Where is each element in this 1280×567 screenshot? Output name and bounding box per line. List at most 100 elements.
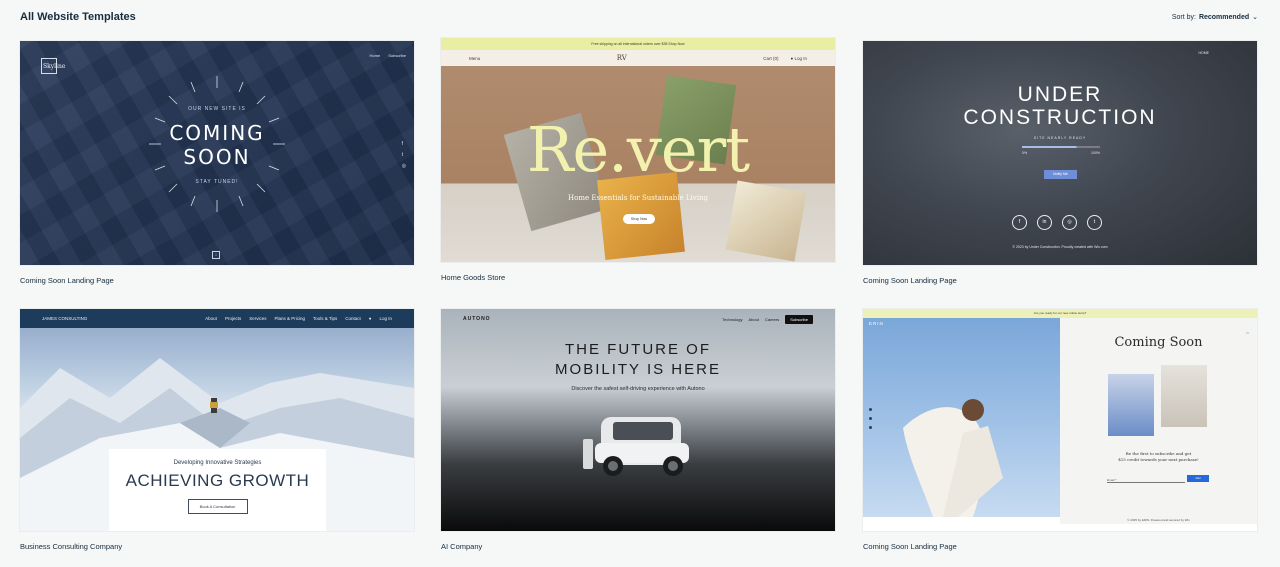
facebook-icon: f <box>401 141 404 147</box>
templates-page: All Website Templates Sort by: Recommend… <box>0 0 1280 567</box>
instagram-icon <box>869 417 872 420</box>
pinterest-icon <box>869 426 872 429</box>
headline-line: THE FUTURE OF <box>565 341 711 358</box>
progress-labels: 0% 100% <box>1022 151 1100 155</box>
brand-logo: AUTONO <box>463 316 491 322</box>
preview-nav: Home Subscribe <box>370 53 406 58</box>
menu-link: Menu <box>469 55 481 61</box>
template-caption[interactable]: Business Consulting Company <box>20 542 414 551</box>
progress-start: 0% <box>1022 151 1028 155</box>
social-icons: f t ◎ <box>402 141 406 169</box>
linkedin-icon: in <box>1037 215 1052 230</box>
kicker-text: OUR NEW SITE IS <box>188 106 246 112</box>
kicker-text: Developing Innovative Strategies <box>173 460 262 466</box>
template-thumbnail[interactable]: Are you ready for our new online store? … <box>863 309 1257 531</box>
preview-nav: Technology About Careers Subscribe <box>722 314 813 324</box>
nav-item: HOME <box>1198 51 1210 55</box>
chevron-down-icon: ⌄ <box>1252 14 1258 21</box>
headline-line: MOBILITY IS HERE <box>555 361 721 378</box>
login-link: ● Log In <box>791 56 807 61</box>
soap-bar-cream <box>725 180 807 262</box>
headline-line: UNDER <box>1017 83 1103 106</box>
template-caption[interactable]: Coming Soon Landing Page <box>20 276 414 285</box>
nav-item: Plans & Pricing <box>274 316 305 321</box>
login-link: Log In <box>379 316 392 321</box>
promo-line: $15 credit towards your next purchase! <box>1118 457 1199 462</box>
promo-banner: Are you ready for our new online store? <box>863 309 1257 318</box>
nav-item: Services <box>249 316 267 321</box>
template-card[interactable]: Free shipping on all international order… <box>441 38 835 282</box>
brand-logo: RV <box>616 54 627 62</box>
footer-text: © 2023 by Under Construction. Proudly cr… <box>1012 245 1108 249</box>
headline-line: COMING <box>169 121 265 145</box>
headline-line: SOON <box>183 145 251 169</box>
coming-soon-panel: ▭ Coming Soon Be the first to subscribe … <box>1060 318 1257 524</box>
template-thumbnail[interactable]: HOME UNDER CONSTRUCTION SITE NEARLY READ… <box>863 41 1257 265</box>
notify-button: Notify Me <box>1044 170 1077 179</box>
instagram-icon: ◎ <box>1062 215 1077 230</box>
facebook-icon <box>869 408 872 411</box>
arrow-down-icon: ↓ <box>212 251 220 259</box>
preview-header: AUTONO Technology About Careers Subscrib… <box>441 309 835 329</box>
headline: COMING SOON <box>20 121 414 169</box>
template-card[interactable]: HOME UNDER CONSTRUCTION SITE NEARLY READ… <box>863 41 1257 285</box>
woman-figure <box>903 399 1003 517</box>
nav-item: Careers <box>764 316 780 322</box>
nav-item: About <box>748 316 759 322</box>
sort-value: Recommended <box>1198 13 1250 21</box>
headline: ACHIEVING GROWTH <box>125 471 310 490</box>
woman-with-cloth-image <box>863 318 1060 517</box>
hero-box: Developing Innovative Strategies ACHIEVI… <box>109 449 326 531</box>
template-thumbnail[interactable]: Free shipping on all international order… <box>441 38 835 262</box>
template-card[interactable]: Are you ready for our new online store? … <box>863 309 1257 551</box>
sort-label: Sort by: <box>1171 13 1196 21</box>
site-logo: Skyline <box>41 58 65 74</box>
nav-item: Technology <box>722 316 743 322</box>
template-thumbnail[interactable]: AUTONO Technology About Careers Subscrib… <box>441 309 835 531</box>
brand-logo: JAMES CONSULTING <box>42 316 88 321</box>
headline: UNDER CONSTRUCTION <box>863 83 1257 129</box>
template-card[interactable]: AUTONO Technology About Careers Subscrib… <box>441 309 835 551</box>
user-icon: ● <box>368 316 372 321</box>
footer-text: © 2035 by ERIN. Powered and secured by W… <box>1127 518 1190 522</box>
subtitle: Home Essentials for Sustainable Living <box>568 194 708 202</box>
headline: THE FUTURE OF MOBILITY IS HERE <box>441 340 835 380</box>
social-icons: f in ◎ t <box>1012 215 1102 230</box>
template-caption[interactable]: AI Company <box>441 542 835 551</box>
join-button: Join <box>1187 475 1209 482</box>
topbar: All Website Templates Sort by: Recommend… <box>20 10 1258 24</box>
sort-dropdown[interactable]: Sort by: Recommended ⌄ <box>1171 13 1258 22</box>
progress-bar <box>1022 146 1100 148</box>
email-field: Email * <box>1107 478 1185 483</box>
shop-now-button: Shop Now <box>623 214 655 224</box>
template-caption[interactable]: Coming Soon Landing Page <box>863 276 1257 285</box>
brand-logo: ERIN <box>869 321 884 326</box>
twitter-icon: t <box>1087 215 1102 230</box>
subline: Discover the safest self-driving experie… <box>571 386 705 392</box>
template-caption[interactable]: Coming Soon Landing Page <box>863 542 1257 551</box>
nav-item: Projects <box>224 316 242 321</box>
template-card[interactable]: JAMES CONSULTING About Projects Services… <box>20 309 414 551</box>
headline-line: CONSTRUCTION <box>963 106 1157 129</box>
product-photo <box>1161 365 1207 427</box>
preview-nav: About Projects Services Plans & Pricing … <box>205 316 392 321</box>
template-thumbnail[interactable]: Skyline Home Subscribe OUR NEW SITE IS C… <box>20 41 414 265</box>
template-thumbnail[interactable]: JAMES CONSULTING About Projects Services… <box>20 309 414 531</box>
template-card[interactable]: Skyline Home Subscribe OUR NEW SITE IS C… <box>20 41 414 285</box>
cart-link: Cart (0) <box>763 55 779 61</box>
preview-header: Menu RV Cart (0) ● Log In <box>441 50 835 66</box>
page-title: All Website Templates <box>20 11 136 23</box>
nav-item: Contact <box>345 316 361 321</box>
book-consultation-button: Book A Consultation <box>187 499 248 514</box>
facebook-icon: f <box>1012 215 1027 230</box>
autonomous-car-image <box>583 417 689 476</box>
tagline: STAY TUNED! <box>195 179 239 185</box>
template-caption[interactable]: Home Goods Store <box>441 273 835 282</box>
status-text: SITE NEARLY READY <box>1033 136 1087 140</box>
headline: Coming Soon <box>1114 335 1203 350</box>
nav-item: Subscribe <box>388 53 406 58</box>
header-actions: Cart (0) ● Log In <box>763 56 807 61</box>
login-label: Log In <box>794 55 807 61</box>
model-photo <box>1108 374 1154 436</box>
twitter-icon: t <box>401 152 404 158</box>
